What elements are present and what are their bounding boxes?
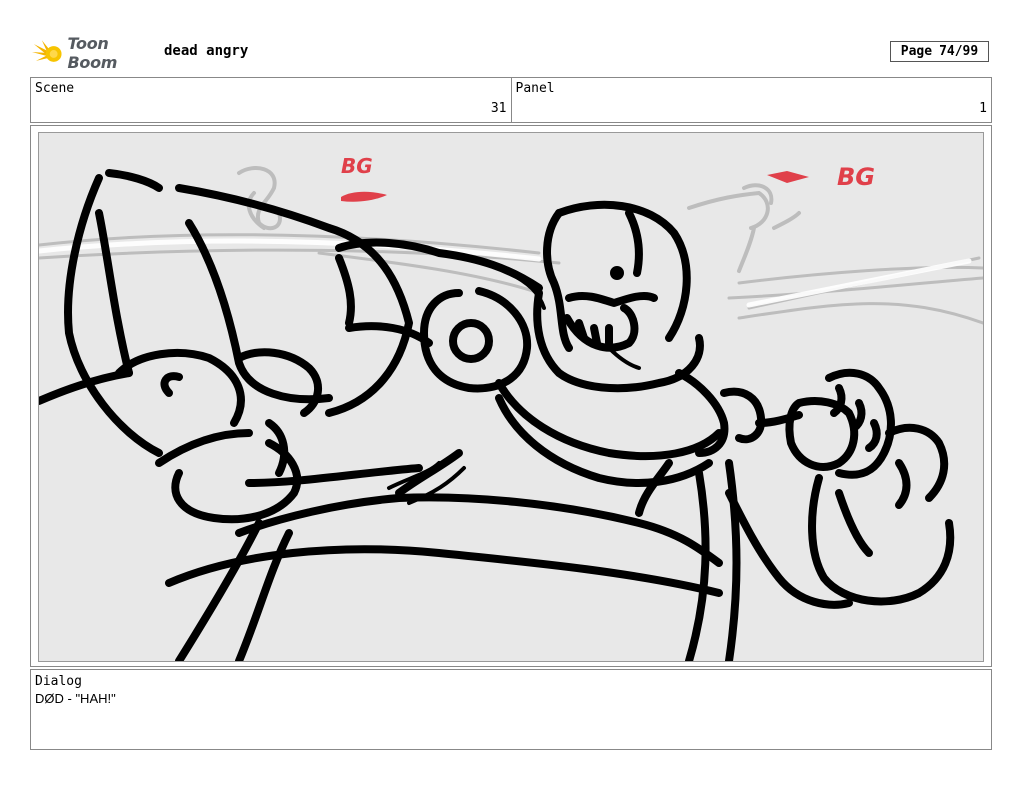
bg-note-arrow-left	[341, 191, 387, 202]
dialog-text: DØD - "HAH!"	[35, 691, 116, 706]
sun-burst-icon	[32, 40, 62, 62]
scene-number: 31	[490, 101, 507, 116]
panel-label: Panel	[515, 81, 555, 96]
project-title: dead angry	[164, 43, 249, 59]
sketch-drawing: BG BG	[39, 154, 983, 661]
bg-notes: BG BG	[341, 154, 875, 202]
panel-number: 1	[979, 101, 987, 116]
bg-note-left: BG	[341, 154, 373, 178]
bg-note-arrow-right	[767, 171, 809, 183]
character-linework	[39, 169, 955, 661]
page-label: Page	[900, 44, 933, 59]
logo-text: Toon Boom	[67, 34, 118, 72]
scene-label: Scene	[35, 81, 75, 96]
bg-note-right: BG	[837, 163, 875, 191]
panel-cell: Panel 1	[510, 78, 992, 122]
page-header: Toon Boom dead angry Page 74/99	[0, 0, 1024, 75]
toon-boom-logo: Toon Boom	[32, 34, 162, 72]
page-indicator: Page 74/99	[890, 41, 989, 62]
dialog-box: Dialog DØD - "HAH!"	[30, 669, 992, 750]
panel-frame: BG BG	[30, 125, 992, 667]
page-number: 74/99	[939, 44, 979, 59]
storyboard-sketch: BG BG	[38, 132, 984, 662]
dialog-label: Dialog	[35, 674, 82, 689]
scene-cell: Scene 31	[31, 78, 511, 122]
scene-panel-row: Scene 31 Panel 1	[30, 77, 992, 123]
